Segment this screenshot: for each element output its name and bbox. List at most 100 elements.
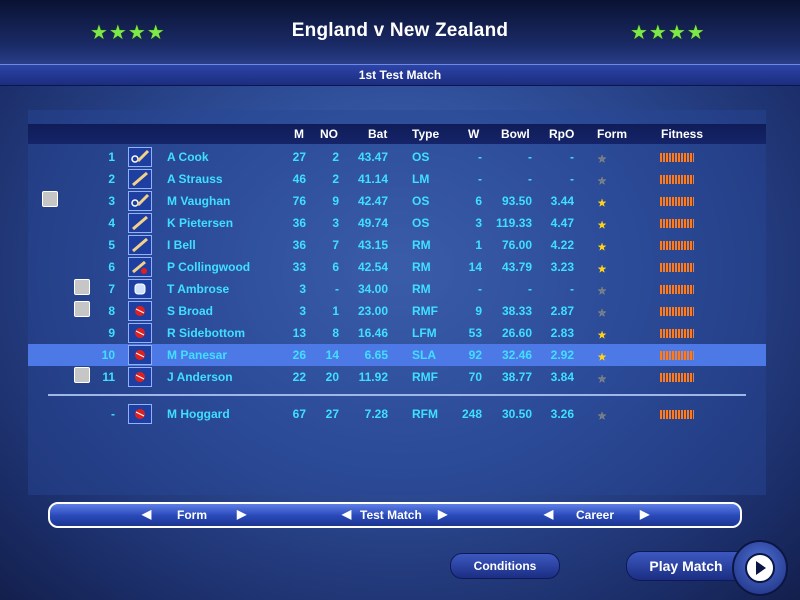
cell-w: 53 xyxy=(468,326,482,340)
form-next-icon[interactable]: ▶ xyxy=(237,507,246,521)
career-next-icon[interactable]: ▶ xyxy=(640,507,649,521)
match-prev-icon[interactable]: ◀ xyxy=(342,507,351,521)
cell-num: 1 xyxy=(108,150,115,164)
nav-career[interactable]: Career xyxy=(576,508,614,522)
cell-m: 13 xyxy=(292,326,306,340)
conditions-button[interactable]: Conditions xyxy=(450,553,560,579)
table-row[interactable]: 7T Ambrose 3-34.00 RM - - - ★ ★ ★ xyxy=(28,278,766,300)
cell-no: 2 xyxy=(332,172,339,186)
cell-name: J Anderson xyxy=(167,370,233,384)
cell-name: K Pietersen xyxy=(167,216,234,230)
cell-name: P Collingwood xyxy=(167,260,251,274)
cell-name: A Strauss xyxy=(167,172,223,186)
table-row[interactable]: -M Hoggard 67 27 7.28 RFM 248 30.50 3.26 ★ ★ ★ xyxy=(28,403,766,425)
cell-w: 14 xyxy=(468,260,482,274)
cell-bowl: 119.33 xyxy=(496,216,533,230)
fitness-bar xyxy=(660,153,694,162)
col-no[interactable]: NO xyxy=(320,127,338,141)
fitness-bar xyxy=(660,241,694,250)
cell-bowl: 30.50 xyxy=(501,407,532,421)
cell-bat: 16.46 xyxy=(357,326,388,340)
cell-type: LFM xyxy=(412,326,437,340)
cell-num: 9 xyxy=(108,326,115,340)
cell-rpo: 4.47 xyxy=(550,216,574,230)
cell-no: 3 xyxy=(332,216,339,230)
form-prev-icon[interactable]: ◀ xyxy=(142,507,151,521)
table-row[interactable]: 10 M Panesar 26 14 6.65 SLA 92 32.46 2.92 ★ ★ ★ xyxy=(28,344,766,366)
cell-type: OS xyxy=(412,194,430,208)
cell-w: 6 xyxy=(475,194,482,208)
cell-no: 7 xyxy=(332,238,339,252)
cell-type: SLA xyxy=(412,348,436,362)
table-row[interactable]: 8S Broad 3 1 23.00 RMF 9 38.33 2.87 ★ ★ ★ xyxy=(28,300,766,322)
cell-num: 6 xyxy=(108,260,115,274)
cell-bat: 43.15 xyxy=(357,238,388,252)
cell-m: 36 xyxy=(292,216,306,230)
cell-name: M Vaughan xyxy=(167,194,231,208)
col-fitness[interactable]: Fitness xyxy=(661,127,703,141)
table-row[interactable]: 6P Collingwood 33 6 42.54 RM 14 43.79 3.23 ★ ★ ★ xyxy=(28,256,766,278)
cell-no: 6 xyxy=(332,260,339,274)
table-row[interactable]: 1A Cook 27 2 43.47 OS - - - ★ ★ ★ xyxy=(28,146,766,168)
nav-form[interactable]: Form xyxy=(177,508,207,522)
col-bat[interactable]: Bat xyxy=(368,127,387,141)
cell-bowl: 76.00 xyxy=(501,238,532,252)
nav-test-match[interactable]: Test Match xyxy=(360,508,422,522)
col-w[interactable]: W xyxy=(468,127,479,141)
cell-bowl: 26.60 xyxy=(501,326,532,340)
table-row[interactable]: 5I Bell 36 7 43.15 RM 1 76.00 4.22 ★ ★ ★ xyxy=(28,234,766,256)
cell-bat: 42.47 xyxy=(357,194,388,208)
cell-rpo: 2.92 xyxy=(550,348,574,362)
cell-rpo: 3.26 xyxy=(550,407,574,421)
cell-w: 248 xyxy=(461,407,482,421)
cell-rpo: 2.87 xyxy=(550,304,574,318)
col-m[interactable]: M xyxy=(294,127,304,141)
ball-icon xyxy=(128,301,152,321)
cell-rpo: 4.22 xyxy=(550,238,574,252)
fitness-bar xyxy=(660,175,694,184)
table-row[interactable]: 2A Strauss 46 2 41.14 LM - - - ★ ★ ★ xyxy=(28,168,766,190)
cell-w: 1 xyxy=(475,238,482,252)
cell-type: RM xyxy=(412,238,431,252)
fitness-bar xyxy=(660,285,694,294)
cell-num: 10 xyxy=(101,348,115,362)
cell-bat: 11.92 xyxy=(358,370,388,384)
table-row[interactable]: 11 J Anderson 22 20 11.92 RMF 70 38.77 3.84 ★ ★ ★ xyxy=(28,366,766,388)
cell-name: R Sidebottom xyxy=(167,326,245,340)
match-next-icon[interactable]: ▶ xyxy=(438,507,447,521)
fitness-bar xyxy=(660,351,694,360)
career-prev-icon[interactable]: ◀ xyxy=(544,507,553,521)
cell-w: 3 xyxy=(475,216,482,230)
cell-bowl: - xyxy=(528,282,532,296)
table-row[interactable]: 3M Vaughan 76 9 42.47 OS 6 93.50 3.44 ★ ★ ★ xyxy=(28,190,766,212)
cell-name: A Cook xyxy=(167,150,209,164)
cell-m: 3 xyxy=(299,282,306,296)
col-form[interactable]: Form xyxy=(597,127,627,141)
fitness-bar xyxy=(660,263,694,272)
cell-w: 70 xyxy=(468,370,482,384)
cell-rpo: - xyxy=(570,172,574,186)
table-row[interactable]: 4K Pietersen 36 3 49.74 OS 3 119.33 4.47 ★ ★ ★ xyxy=(28,212,766,234)
cell-bat: 42.54 xyxy=(357,260,388,274)
col-rpo[interactable]: RpO xyxy=(549,127,574,141)
cell-m: 26 xyxy=(292,348,306,362)
cell-bowl: 38.77 xyxy=(501,370,532,384)
cell-bowl: 93.50 xyxy=(501,194,532,208)
new-ball-icon xyxy=(74,301,90,317)
fitness-bar xyxy=(660,373,694,382)
cell-no: 20 xyxy=(325,370,339,384)
col-type[interactable]: Type xyxy=(412,127,439,141)
play-match-circle[interactable] xyxy=(732,540,788,596)
cell-num: 4 xyxy=(108,216,115,230)
cell-m: 27 xyxy=(292,150,306,164)
cell-num: 5 xyxy=(108,238,115,252)
bat-icon xyxy=(128,235,152,255)
col-bowl[interactable]: Bowl xyxy=(501,127,530,141)
cell-bat: 6.65 xyxy=(364,348,388,362)
cell-type: RFM xyxy=(412,407,438,421)
play-icon xyxy=(745,553,775,583)
cell-w: - xyxy=(478,150,482,164)
play-match-button[interactable]: Play Match xyxy=(626,551,746,581)
table-row[interactable]: 9R Sidebottom 13 8 16.46 LFM 53 26.60 2.83 ★ ★ ★ xyxy=(28,322,766,344)
cell-type: OS xyxy=(412,216,430,230)
